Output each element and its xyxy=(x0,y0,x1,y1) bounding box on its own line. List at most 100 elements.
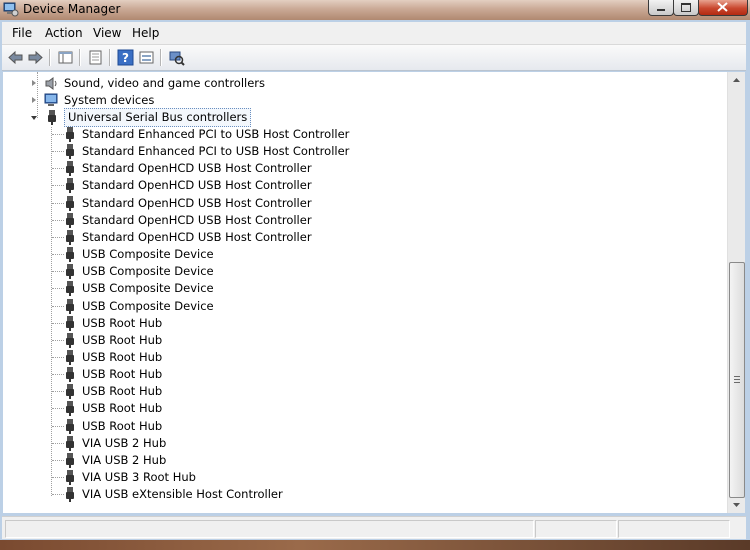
menu-file[interactable]: File xyxy=(12,26,32,40)
expand-arrow-icon[interactable] xyxy=(32,97,36,103)
tree-connector xyxy=(52,323,64,324)
usb-plug-icon xyxy=(66,470,74,485)
tree-connector xyxy=(52,494,64,495)
tree-device-item[interactable]: Standard OpenHCD USB Host Controller xyxy=(3,212,723,229)
usb-plug-icon xyxy=(66,281,74,296)
usb-plug-icon xyxy=(66,299,74,314)
device-manager-window: Device Manager File Action View Help ? S… xyxy=(0,0,750,542)
forward-arrow-icon[interactable] xyxy=(27,49,44,66)
tree-device-item[interactable]: VIA USB 2 Hub xyxy=(3,435,723,452)
collapse-arrow-icon[interactable] xyxy=(31,116,37,120)
show-hide-tree-icon[interactable] xyxy=(57,49,74,66)
tree-device-label: USB Root Hub xyxy=(82,401,163,415)
tree-connector xyxy=(52,237,64,238)
tree-device-label: USB Root Hub xyxy=(82,333,163,347)
usb-plug-icon xyxy=(66,230,74,245)
status-pane xyxy=(5,520,534,538)
tree-device-item[interactable]: USB Composite Device xyxy=(3,298,723,315)
usb-plug-icon xyxy=(66,161,74,176)
tree-device-label: Standard Enhanced PCI to USB Host Contro… xyxy=(82,144,350,158)
vertical-scrollbar[interactable] xyxy=(727,72,745,513)
tree-connector xyxy=(52,306,64,307)
tree-device-item[interactable]: USB Root Hub xyxy=(3,349,723,366)
tree-device-item[interactable]: USB Root Hub xyxy=(3,332,723,349)
tree-device-item[interactable]: VIA USB 3 Root Hub xyxy=(3,469,723,486)
tree-device-label: Standard OpenHCD USB Host Controller xyxy=(82,178,312,192)
tree-connector xyxy=(52,426,64,427)
toolbar-separator xyxy=(160,49,162,66)
tree-device-item[interactable]: Standard Enhanced PCI to USB Host Contro… xyxy=(3,143,723,160)
back-arrow-icon[interactable] xyxy=(7,49,24,66)
status-pane xyxy=(618,520,730,538)
usb-plug-icon xyxy=(66,247,74,262)
tree-connector xyxy=(52,134,64,135)
tree-connector xyxy=(52,185,64,186)
scrollbar-thumb[interactable] xyxy=(729,262,745,498)
tree-connector xyxy=(52,168,64,169)
tree-device-label: VIA USB 3 Root Hub xyxy=(82,470,196,484)
grip-line xyxy=(734,379,740,380)
tree-device-item[interactable]: USB Root Hub xyxy=(3,383,723,400)
usb-plug-icon xyxy=(66,453,74,468)
help-icon[interactable]: ? xyxy=(117,49,134,66)
tree-device-item[interactable]: USB Composite Device xyxy=(3,280,723,297)
menu-help[interactable]: Help xyxy=(132,26,159,40)
tree-device-item[interactable]: USB Root Hub xyxy=(3,315,723,332)
title-bar[interactable]: Device Manager xyxy=(0,0,750,20)
tree-category-sound[interactable]: Sound, video and game controllers xyxy=(3,75,723,92)
tree-device-item[interactable]: VIA USB eXtensible Host Controller xyxy=(3,486,723,503)
usb-plug-icon xyxy=(66,487,74,502)
tree-connector xyxy=(52,408,64,409)
tree-device-item[interactable]: Standard OpenHCD USB Host Controller xyxy=(3,195,723,212)
svg-text:?: ? xyxy=(122,51,129,65)
maximize-button[interactable] xyxy=(673,0,699,16)
tree-device-item[interactable]: Standard OpenHCD USB Host Controller xyxy=(3,160,723,177)
tree-device-item[interactable]: USB Root Hub xyxy=(3,400,723,417)
tree-device-label: Standard OpenHCD USB Host Controller xyxy=(82,213,312,227)
tree-device-item[interactable]: USB Root Hub xyxy=(3,366,723,383)
tree-device-label: VIA USB eXtensible Host Controller xyxy=(82,487,283,501)
tree-connector xyxy=(52,271,64,272)
usb-plug-icon xyxy=(48,110,56,125)
tree-connector xyxy=(52,374,64,375)
tree-device-item[interactable]: USB Composite Device xyxy=(3,246,723,263)
close-button[interactable] xyxy=(698,0,748,16)
tree-device-item[interactable]: Standard Enhanced PCI to USB Host Contro… xyxy=(3,126,723,143)
view-icon[interactable] xyxy=(138,49,155,66)
expand-arrow-icon[interactable] xyxy=(32,80,36,86)
minimize-icon xyxy=(657,9,665,11)
toolbar-separator xyxy=(49,49,51,66)
tree-device-item[interactable]: VIA USB 2 Hub xyxy=(3,452,723,469)
menu-view[interactable]: View xyxy=(93,26,121,40)
tree-category-label: Universal Serial Bus controllers xyxy=(64,108,252,127)
tree-connector xyxy=(52,391,64,392)
tree-device-item[interactable]: Standard OpenHCD USB Host Controller xyxy=(3,229,723,246)
tree-category-usb[interactable]: Universal Serial Bus controllers xyxy=(3,108,723,127)
menu-action[interactable]: Action xyxy=(45,26,83,40)
usb-plug-icon xyxy=(66,419,74,434)
tree-device-item[interactable]: Standard OpenHCD USB Host Controller xyxy=(3,177,723,194)
tree-device-item[interactable]: USB Composite Device xyxy=(3,263,723,280)
tree-device-label: USB Composite Device xyxy=(82,281,214,295)
device-tree[interactable]: Sound, video and game controllers System… xyxy=(3,72,727,513)
usb-plug-icon xyxy=(66,196,74,211)
status-pane xyxy=(535,520,617,538)
tree-connector xyxy=(52,203,64,204)
tree-device-label: VIA USB 2 Hub xyxy=(82,453,167,467)
scan-hardware-icon[interactable] xyxy=(168,49,185,66)
tree-device-label: USB Root Hub xyxy=(82,350,163,364)
properties-icon[interactable] xyxy=(87,49,104,66)
tree-category-system[interactable]: System devices xyxy=(3,92,723,109)
desktop-background xyxy=(0,540,750,550)
usb-plug-icon xyxy=(66,178,74,193)
tree-connector xyxy=(52,357,64,358)
usb-plug-icon xyxy=(66,213,74,228)
scroll-up-arrow-icon[interactable] xyxy=(728,72,745,89)
scroll-down-arrow-icon[interactable] xyxy=(728,496,745,513)
menu-bar: File Action View Help xyxy=(2,22,746,45)
tree-device-item[interactable]: USB Root Hub xyxy=(3,418,723,435)
maximize-icon xyxy=(681,3,691,12)
tree-connector xyxy=(52,340,64,341)
tree-device-label: USB Root Hub xyxy=(82,384,163,398)
minimize-button[interactable] xyxy=(648,0,674,16)
